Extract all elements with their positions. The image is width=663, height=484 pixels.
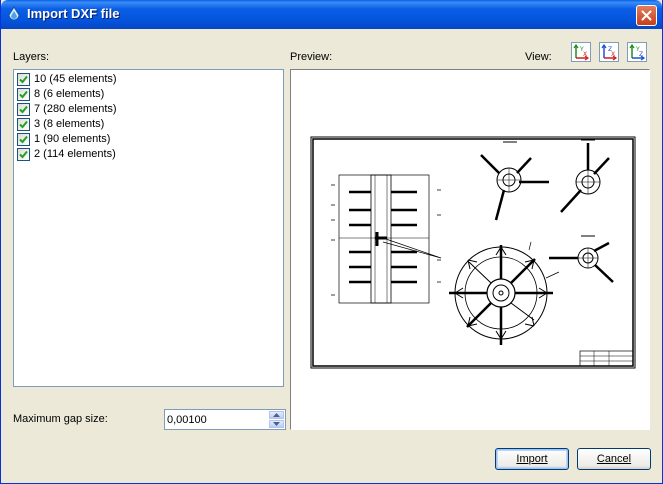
layer-label: 7 (280 elements) [34, 103, 117, 115]
arrow-up-icon [273, 413, 280, 417]
cancel-button-label: Cancel [596, 453, 632, 465]
title-bar[interactable]: Import DXF file [1, 0, 662, 29]
view-yz-button[interactable]: YZ [627, 42, 647, 62]
view-xy-button[interactable]: YX [571, 42, 591, 62]
checkmark-icon [19, 75, 28, 83]
layers-list[interactable]: 10 (45 elements) 8 (6 elements) 7 (280 e… [13, 69, 284, 387]
gap-size-input[interactable] [167, 412, 267, 427]
cancel-button[interactable]: Cancel [577, 448, 651, 470]
view-xy-icon: YX [573, 43, 590, 61]
layer-item[interactable]: 1 (90 elements) [17, 132, 110, 146]
app-icon [8, 6, 20, 21]
close-button[interactable] [636, 5, 657, 26]
checkmark-icon [19, 150, 28, 158]
close-icon [641, 10, 652, 21]
arrow-down-icon [273, 422, 280, 426]
preview-label: Preview: [290, 51, 333, 63]
view-xz-icon: ZX [601, 43, 618, 61]
window-title: Import DXF file [27, 6, 120, 21]
layer-item[interactable]: 7 (280 elements) [17, 102, 117, 116]
checkmark-icon [19, 120, 28, 128]
spin-up-button[interactable] [269, 411, 284, 419]
preview-area[interactable] [290, 69, 650, 430]
layer-checkbox[interactable] [17, 102, 30, 116]
checkmark-icon [19, 90, 28, 98]
layer-checkbox[interactable] [17, 72, 30, 86]
import-button-label: Import [516, 453, 548, 465]
svg-text:X: X [611, 51, 615, 58]
layer-checkbox[interactable] [17, 147, 30, 161]
gap-size-field [164, 409, 286, 430]
gap-size-label: Maximum gap size: [13, 413, 108, 425]
spin-down-button[interactable] [269, 420, 284, 428]
layer-checkbox[interactable] [17, 87, 30, 101]
svg-text:Z: Z [639, 51, 643, 58]
checkmark-icon [19, 105, 28, 113]
layer-item[interactable]: 2 (114 elements) [17, 147, 116, 161]
layers-label: Layers: [13, 51, 50, 63]
layer-item[interactable]: 8 (6 elements) [17, 87, 104, 101]
view-yz-icon: YZ [629, 43, 646, 61]
layer-checkbox[interactable] [17, 132, 30, 146]
layer-label: 10 (45 elements) [34, 73, 117, 85]
view-xz-button[interactable]: ZX [599, 42, 619, 62]
layer-item[interactable]: 3 (8 elements) [17, 117, 104, 131]
view-label: View: [525, 51, 552, 63]
dxf-drawing-preview [310, 136, 636, 369]
checkmark-icon [19, 135, 28, 143]
layer-label: 2 (114 elements) [34, 148, 116, 160]
layer-label: 8 (6 elements) [34, 88, 105, 100]
layer-item[interactable]: 10 (45 elements) [17, 72, 117, 86]
svg-text:X: X [583, 51, 587, 58]
import-dxf-dialog: Import DXF file Layers: 10 (45 elements)… [0, 0, 663, 484]
import-button[interactable]: Import [495, 448, 569, 470]
layer-label: 1 (90 elements) [34, 133, 111, 145]
layer-checkbox[interactable] [17, 117, 30, 131]
layer-label: 3 (8 elements) [34, 118, 105, 130]
